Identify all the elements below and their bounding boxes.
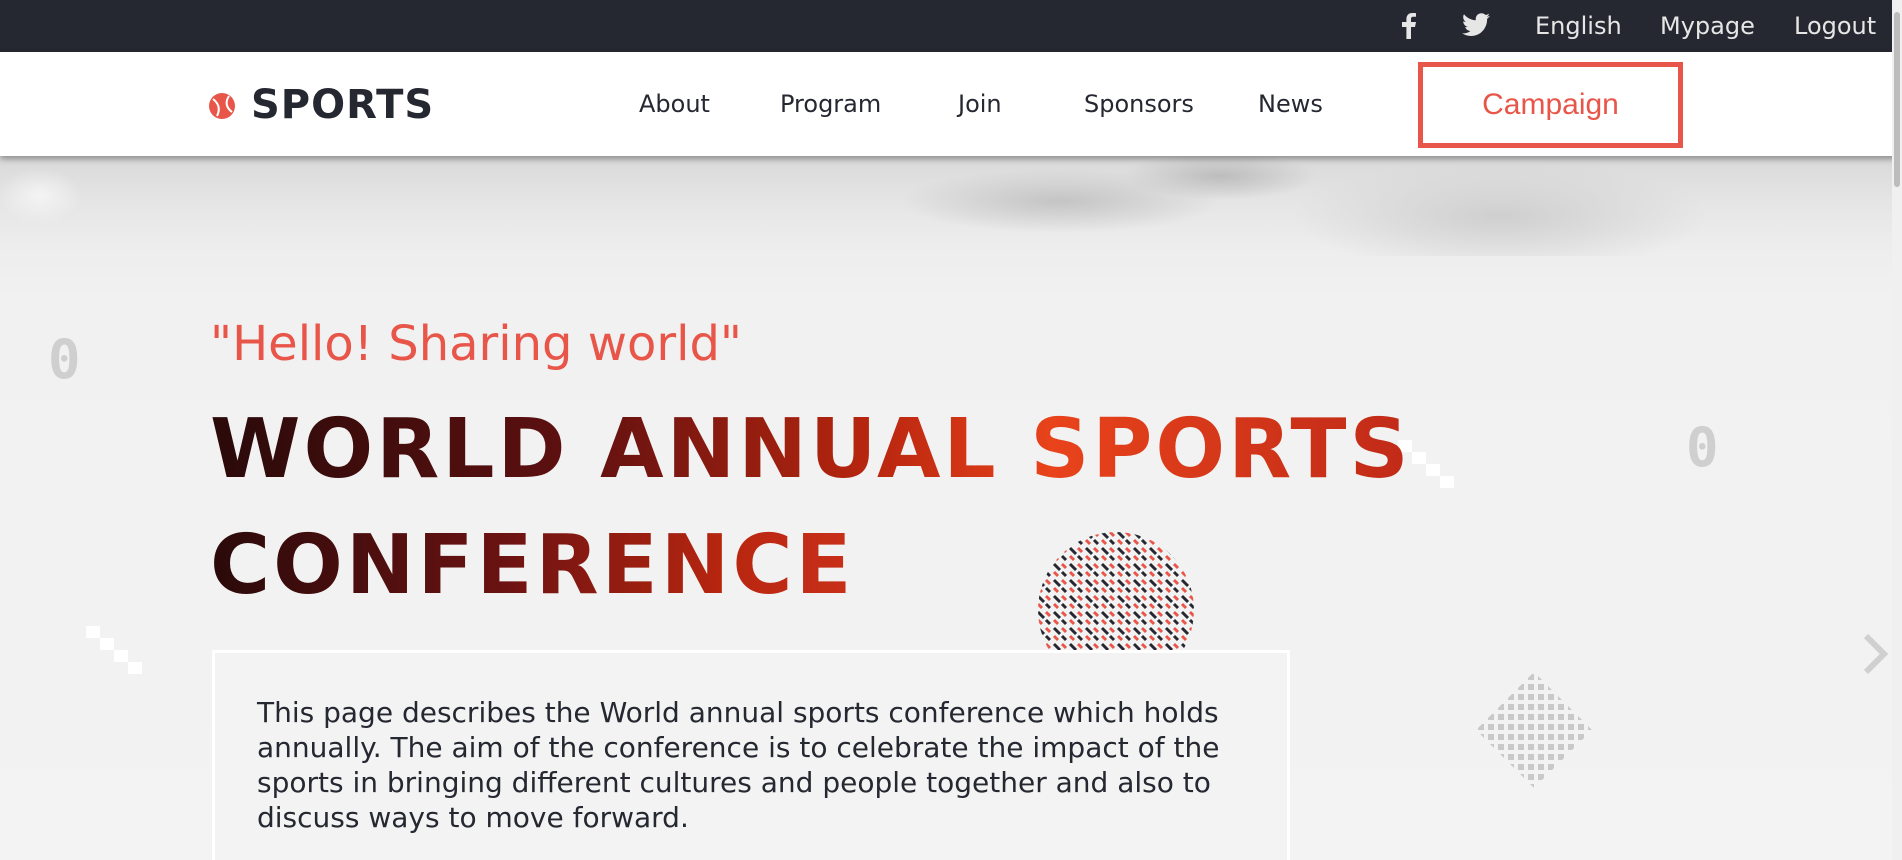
logout-link[interactable]: Logout [1794, 0, 1876, 52]
page-scrollbar[interactable] [1892, 0, 1902, 860]
nav-link-about[interactable]: About [639, 52, 710, 156]
decorative-dot-diamond [1476, 672, 1592, 788]
scrollbar-thumb[interactable] [1894, 12, 1900, 187]
logo-text: SPORTS [251, 82, 435, 128]
hero-section: 0 0 "Hello! Sharing world" WORLD ANNUAL … [0, 156, 1902, 860]
nav-link-program[interactable]: Program [780, 52, 881, 156]
description-box: This page describes the World annual spo… [212, 650, 1290, 860]
top-utility-bar: English Mypage Logout [0, 0, 1902, 52]
mypage-link[interactable]: Mypage [1660, 0, 1755, 52]
decorative-pixel-steps [86, 626, 142, 674]
hero-title-line-2: CONFERENCE [210, 516, 855, 616]
decorative-zero: 0 [1686, 416, 1719, 479]
nav-link-sponsors[interactable]: Sponsors [1084, 52, 1194, 156]
campaign-button[interactable]: Campaign [1418, 62, 1683, 148]
hero-title-line-1: WORLD ANNUAL SPORTS [210, 400, 1412, 500]
twitter-icon[interactable] [1462, 13, 1490, 37]
decorative-zero: 0 [48, 328, 81, 391]
hero-tagline: "Hello! Sharing world" [210, 316, 743, 372]
main-navigation: SPORTS About Program Join Sponsors News … [0, 52, 1902, 156]
nav-link-news[interactable]: News [1258, 52, 1323, 156]
hero-background-photo [0, 156, 1902, 256]
language-selector[interactable]: English [1535, 0, 1622, 52]
facebook-icon[interactable] [1402, 13, 1416, 39]
ball-logo-icon [209, 93, 235, 119]
description-text: This page describes the World annual spo… [257, 696, 1220, 834]
next-slide-chevron-icon[interactable] [1864, 634, 1888, 680]
decorative-pattern-circle [1038, 532, 1194, 650]
nav-link-join[interactable]: Join [958, 52, 1002, 156]
